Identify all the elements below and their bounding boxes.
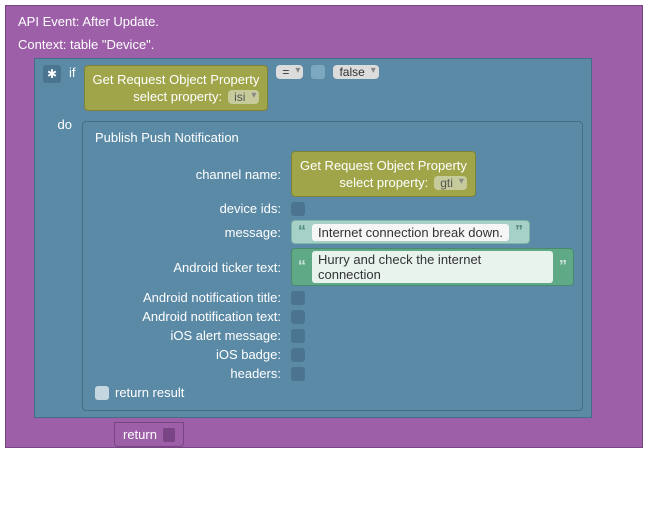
- message-label: message:: [91, 225, 285, 240]
- android-text-label: Android notification text:: [91, 309, 285, 324]
- return-result-label: return result: [115, 385, 184, 400]
- socket-icon[interactable]: [291, 310, 305, 324]
- message-text[interactable]: Internet connection break down.: [312, 224, 509, 241]
- get-request-property-block-1[interactable]: Get Request Object Property select prope…: [84, 65, 269, 111]
- socket-icon[interactable]: [163, 428, 175, 442]
- device-ids-label: device ids:: [91, 201, 285, 216]
- socket-icon[interactable]: [291, 348, 305, 362]
- android-ticker-label: Android ticker text:: [91, 260, 285, 275]
- event-block[interactable]: API Event: After Update. Context: table …: [5, 5, 643, 448]
- socket-icon[interactable]: [291, 367, 305, 381]
- socket-icon[interactable]: [291, 202, 305, 216]
- ios-alert-label: iOS alert message:: [91, 328, 285, 343]
- get-prop-title-1: Get Request Object Property: [93, 72, 260, 87]
- rhs-dropdown[interactable]: false: [333, 65, 378, 79]
- get-prop-title-2: Get Request Object Property: [300, 158, 467, 173]
- publish-block[interactable]: Publish Push Notification channel name: …: [82, 121, 583, 411]
- quote-close-icon: ”: [515, 223, 523, 241]
- ticker-string-block[interactable]: “ Hurry and check the internet connectio…: [291, 248, 574, 286]
- select-property-label-2: select property:: [339, 175, 428, 190]
- if-label: if: [69, 65, 76, 80]
- get-request-property-block-2[interactable]: Get Request Object Property select prope…: [291, 151, 476, 197]
- if-block[interactable]: ✱ if Get Request Object Property select …: [34, 58, 592, 418]
- event-title-1: API Event: After Update.: [14, 12, 634, 35]
- socket-icon[interactable]: [291, 329, 305, 343]
- ticker-text[interactable]: Hurry and check the internet connection: [312, 251, 553, 283]
- quote-open-icon: “: [298, 223, 306, 241]
- return-block[interactable]: return: [114, 422, 184, 447]
- socket-icon[interactable]: [291, 291, 305, 305]
- return-label: return: [123, 427, 157, 442]
- do-label: do: [43, 117, 76, 132]
- operator-dropdown[interactable]: =: [276, 65, 303, 79]
- quote-open-icon: “: [298, 258, 306, 276]
- return-result-checkbox[interactable]: [95, 386, 109, 400]
- message-string-block[interactable]: “ Internet connection break down. ”: [291, 220, 530, 244]
- select-property-label-1: select property:: [133, 89, 222, 104]
- property-dropdown-1[interactable]: isi: [228, 90, 259, 104]
- property-dropdown-2[interactable]: gti: [434, 176, 467, 190]
- gear-icon[interactable]: ✱: [43, 65, 61, 83]
- headers-label: headers:: [91, 366, 285, 381]
- quote-close-icon: ”: [559, 258, 567, 276]
- android-title-label: Android notification title:: [91, 290, 285, 305]
- socket-icon: [311, 65, 325, 79]
- ios-badge-label: iOS badge:: [91, 347, 285, 362]
- channel-label: channel name:: [91, 167, 285, 182]
- publish-title: Publish Push Notification: [91, 128, 574, 147]
- event-title-2: Context: table "Device".: [14, 35, 634, 58]
